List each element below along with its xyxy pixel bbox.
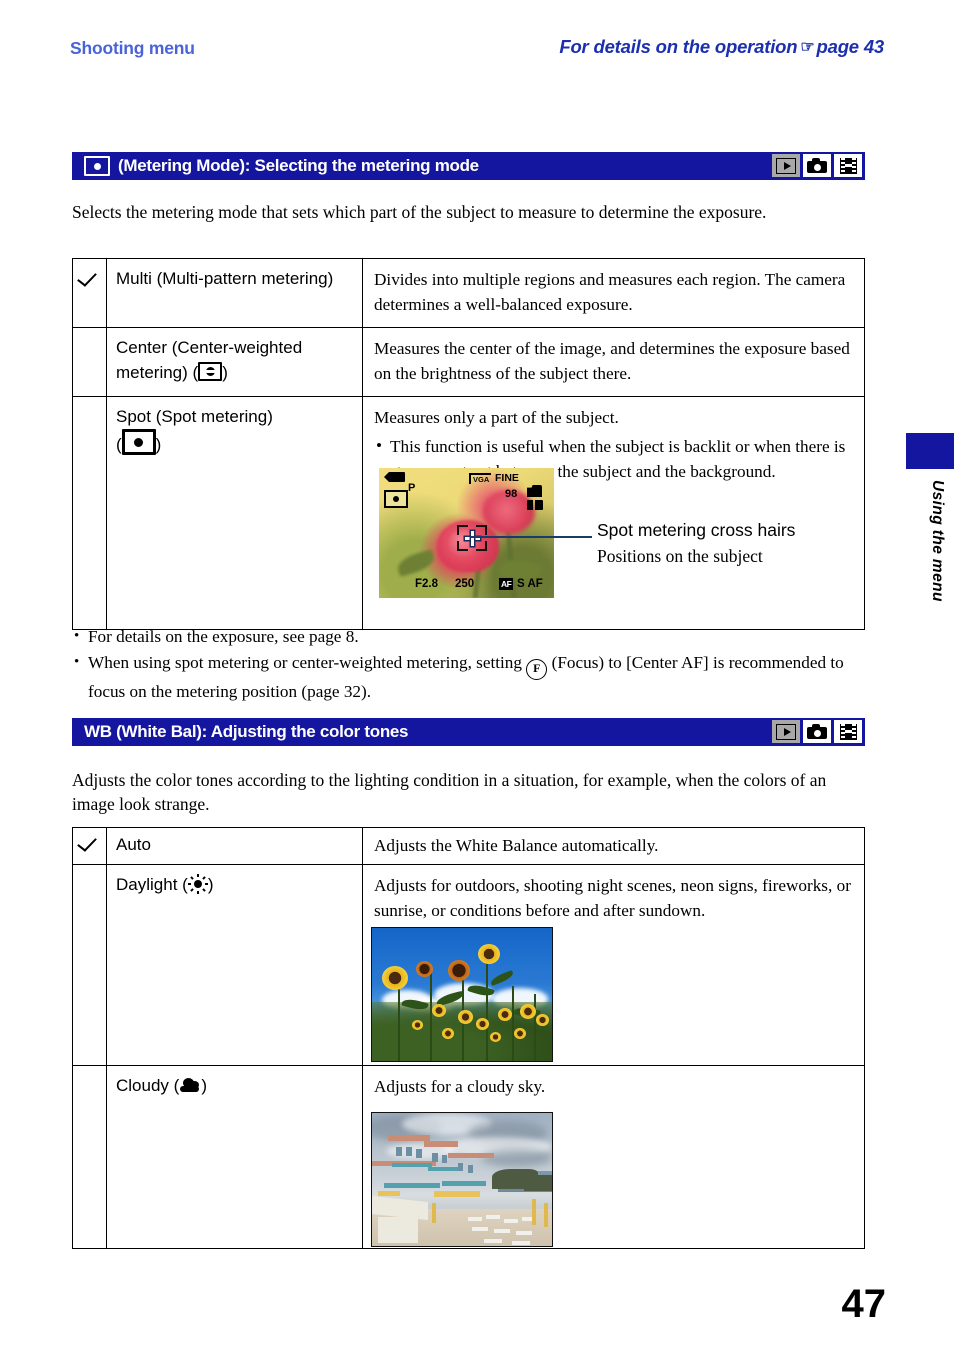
section-title-metering: (Metering Mode): Selecting the metering … (118, 156, 479, 175)
section-title-whitebalance: WB (White Bal): Adjusting the color tone… (84, 722, 409, 741)
callout-subtitle: Positions on the subject (597, 546, 763, 566)
lcd-image-size-text: VGA (469, 473, 492, 484)
checkmark-icon (79, 268, 101, 290)
lcd-image-size: VGA (469, 473, 492, 484)
running-head-page-ref: page 43 (816, 36, 885, 57)
wb-label-cloudy: Cloudy () (107, 1066, 362, 1108)
wb-label-daylight: Daylight ( ) (107, 865, 362, 907)
movie-mode-icon (834, 154, 862, 177)
pointing-hand-icon: ☞ (800, 39, 815, 56)
row-label-cell: Auto (106, 827, 363, 865)
memory-card-icon (527, 485, 542, 497)
row-check-cell (72, 1065, 107, 1249)
note-1-text: For details on the exposure, see page 8. (88, 627, 359, 646)
battery-icon (384, 472, 405, 482)
lcd-shutter-speed: 250 (455, 578, 475, 590)
wb-label-cloudy-text: Cloudy ( (116, 1076, 180, 1095)
spot-metering-icon (384, 490, 408, 508)
section-header-metering: (Metering Mode): Selecting the metering … (72, 152, 865, 180)
callout-title: Spot metering cross hairs (597, 520, 796, 540)
row-check-cell (72, 864, 107, 1066)
table-row: Auto Adjusts the White Balance automatic… (72, 827, 865, 865)
metering-desc-multi: Divides into multiple regions and measur… (374, 270, 846, 314)
lcd-shots-remaining: 98 (505, 488, 518, 500)
wb-label-daylight-close: ) (207, 875, 214, 894)
row-label-cell: Cloudy () (106, 1065, 363, 1249)
table-row: Center (Center-weighted metering) () Mea… (72, 327, 865, 397)
lcd-mode-label: P (408, 482, 416, 494)
metering-label-spot-text: Spot (Spot metering) (116, 407, 273, 426)
wb-label-cloudy-close: ) (201, 1076, 207, 1095)
mode-icons-metering (772, 154, 862, 177)
af-badge-icon: AF (499, 578, 514, 590)
checkmark-icon (79, 833, 101, 855)
lcd-aperture: F2.8 (415, 578, 439, 590)
bullet-glyph: • (376, 436, 383, 455)
note-item: For details on the exposure, see page 8. (72, 624, 872, 649)
row-check-cell (72, 827, 107, 865)
metering-label-multi: Multi (Multi-pattern metering) (116, 269, 334, 288)
note-item: When using spot metering or center-weigh… (72, 650, 872, 704)
playback-mode-icon (772, 154, 800, 177)
row-desc-cell: Measures the center of the image, and de… (362, 327, 865, 397)
spot-metering-icon (121, 429, 156, 455)
metering-label-spot: Spot (Spot metering) () (107, 397, 362, 467)
seaside-resort-photo (371, 1112, 553, 1247)
folder-icon (527, 500, 543, 510)
metering-label-spot-open: ( (116, 435, 122, 454)
section-header-whitebalance: WB (White Bal): Adjusting the color tone… (72, 718, 865, 746)
row-label-cell: Spot (Spot metering) () (106, 396, 363, 630)
note-2-pre: When using spot metering or center-weigh… (88, 653, 527, 672)
center-weighted-metering-icon (198, 362, 223, 381)
side-tab-label: Using the menu (929, 480, 946, 602)
movie-mode-icon (834, 720, 862, 743)
sun-icon (187, 874, 208, 894)
running-head-left: Shooting menu (70, 38, 195, 58)
focus-icon: F (526, 659, 548, 680)
intro-text-metering: Selects the metering mode that sets whic… (72, 202, 767, 222)
row-label-cell: Center (Center-weighted metering) () (106, 327, 363, 397)
metering-notes: For details on the exposure, see page 8.… (72, 624, 872, 706)
row-check-cell (72, 396, 107, 630)
row-check-cell (72, 327, 107, 397)
running-head-right: For details on the operation ☞ page 43 (559, 36, 884, 58)
wb-desc-daylight: Adjusts for outdoors, shooting night sce… (374, 876, 851, 920)
row-label-cell: Daylight ( ) (106, 864, 363, 1066)
lcd-quality: FINE (495, 472, 519, 484)
table-row: Multi (Multi-pattern metering) Divides i… (72, 258, 865, 328)
metering-desc-spot-main: Measures only a part of the subject. (374, 408, 619, 427)
row-desc-cell: Divides into multiple regions and measur… (362, 258, 865, 328)
metering-desc-center: Measures the center of the image, and de… (374, 339, 850, 383)
sunflower-field-photo (371, 927, 553, 1062)
row-label-cell: Multi (Multi-pattern metering) (106, 258, 363, 328)
spot-metering-icon (84, 156, 110, 176)
page-number: 47 (841, 1282, 887, 1326)
side-tab-marker (906, 433, 954, 469)
lcd-af-mode: S AF (517, 578, 543, 590)
spot-metering-crosshair (457, 525, 487, 551)
running-head: Shooting menu For details on the operati… (70, 36, 884, 68)
metering-label-center-close: ) (222, 363, 228, 382)
wb-label-daylight-text: Daylight ( (116, 875, 188, 894)
metering-label-spot-close: ) (155, 435, 162, 454)
still-camera-mode-icon (803, 720, 831, 743)
camera-lcd-illustration: P VGA FINE 98 F2.8 250 AF S AF (379, 468, 554, 598)
mode-icons-whitebalance (772, 720, 862, 743)
metering-label-center: Center (Center-weighted metering) () (107, 328, 362, 395)
still-camera-mode-icon (803, 154, 831, 177)
cloud-icon (179, 1078, 201, 1094)
wb-label-auto: Auto (116, 835, 151, 854)
lcd-osd-overlay: P VGA FINE 98 F2.8 250 AF S AF (379, 468, 554, 598)
playback-mode-icon (772, 720, 800, 743)
row-check-cell (72, 258, 107, 328)
wb-desc-cloudy: Adjusts for a cloudy sky. (374, 1077, 546, 1096)
intro-text-whitebalance: Adjusts the color tones according to the… (72, 770, 827, 814)
wb-desc-auto: Adjusts the White Balance automatically. (374, 836, 659, 855)
running-head-right-text: For details on the operation (559, 36, 798, 57)
callout-leader-line (470, 536, 592, 538)
row-desc-cell: Adjusts the White Balance automatically. (362, 827, 865, 865)
